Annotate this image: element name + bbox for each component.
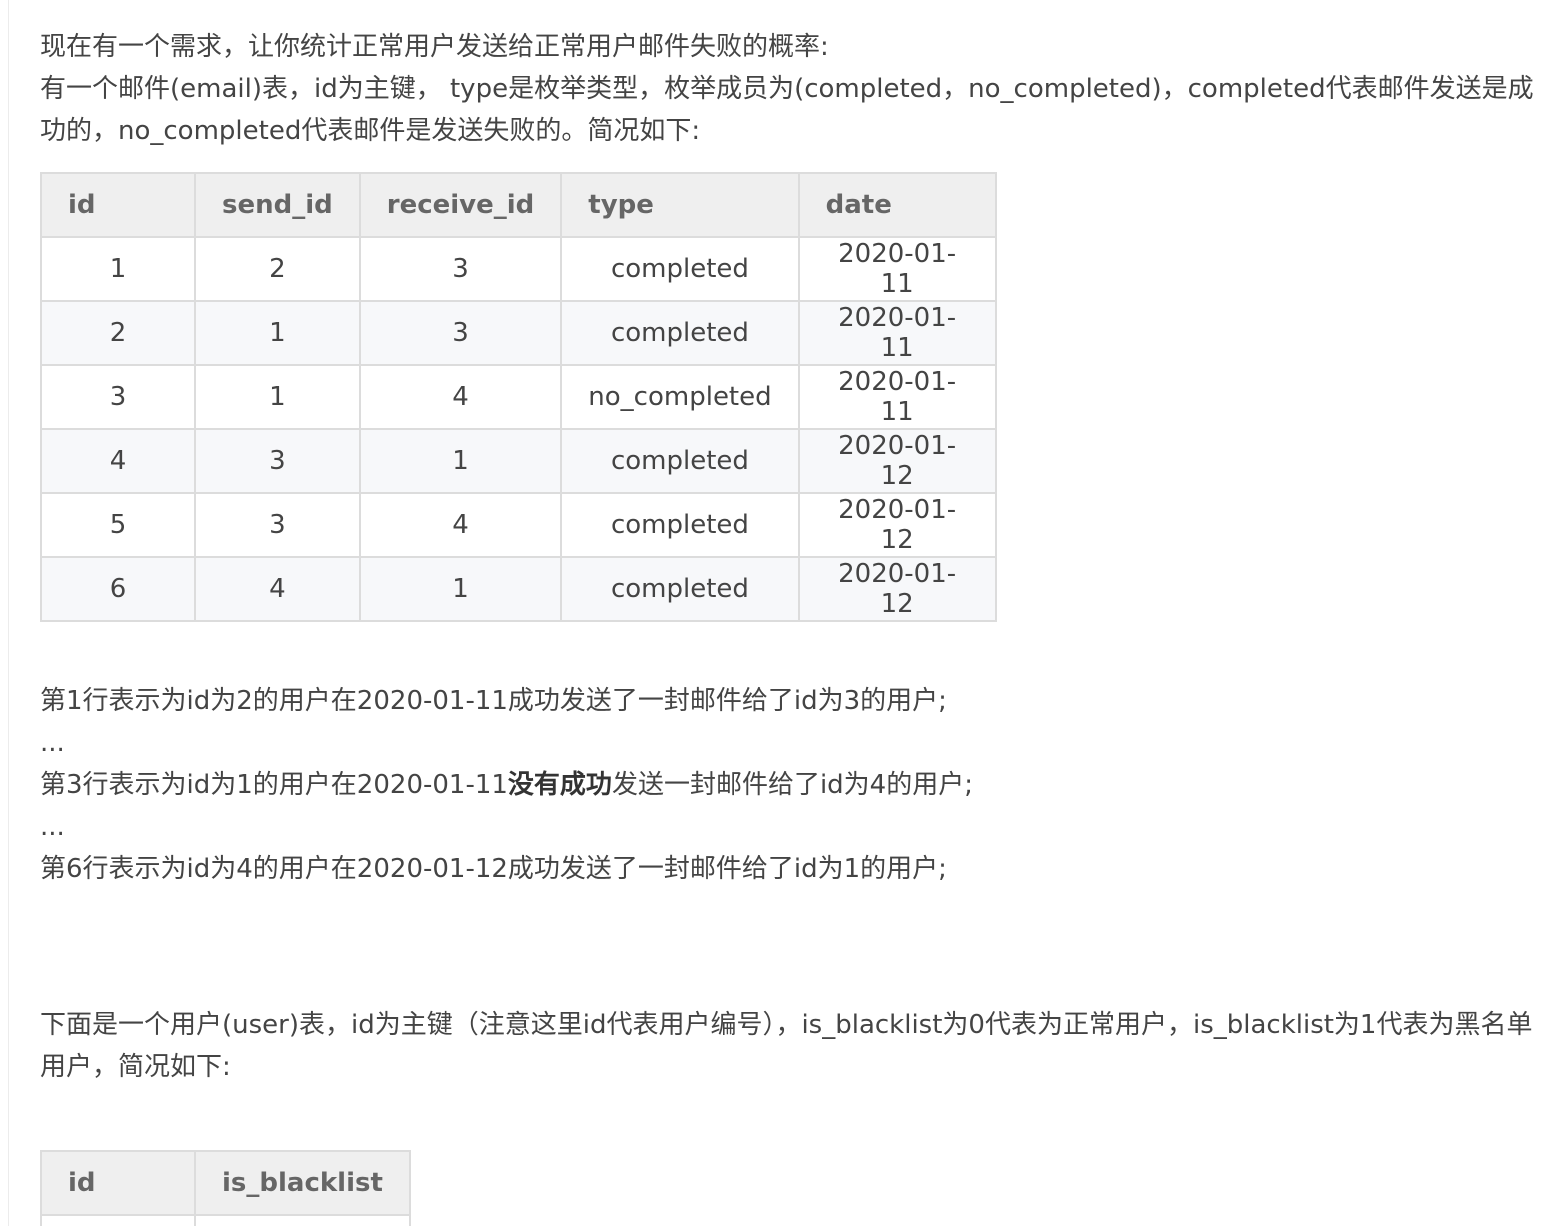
cell-receive-id: 3: [358, 300, 563, 366]
cell-is-blacklist: [194, 1214, 411, 1226]
cell-receive-id: 4: [358, 492, 563, 558]
cell-date: 2020-01-11: [797, 300, 997, 366]
cell-date: 2020-01-11: [797, 236, 997, 302]
ellipsis: ...: [40, 812, 65, 842]
cell-id: 2: [40, 300, 196, 366]
cell-send-id: 4: [194, 556, 361, 622]
note-row-3: 第3行表示为id为1的用户在2020-01-11没有成功发送一封邮件给了id为4…: [40, 764, 1540, 806]
user-table-header-row: id is_blacklist: [40, 1150, 411, 1216]
email-header-send-id: send_id: [194, 172, 361, 238]
cell-receive-id: 1: [358, 428, 563, 494]
table-row: 4 3 1 completed 2020-01-12: [40, 428, 997, 494]
cell-id: 3: [40, 364, 196, 430]
user-intro-text: 下面是一个用户(user)表，id为主键（注意这里id代表用户编号），is_bl…: [40, 1010, 1533, 1082]
user-table: id is_blacklist: [40, 1150, 411, 1226]
cell-send-id: 3: [194, 428, 361, 494]
email-header-receive-id: receive_id: [358, 172, 563, 238]
note-row-1: 第1行表示为id为2的用户在2020-01-11成功发送了一封邮件给了id为3的…: [40, 686, 947, 716]
cell-receive-id: 1: [358, 556, 563, 622]
cell-receive-id: 3: [358, 236, 563, 302]
cell-type: completed: [560, 236, 800, 302]
cell-id: [40, 1214, 196, 1226]
user-header-is-blacklist: is_blacklist: [194, 1150, 411, 1216]
note-row-6: 第6行表示为id为4的用户在2020-01-12成功发送了一封邮件给了id为1的…: [40, 854, 947, 884]
note-row-3-suffix: 发送一封邮件给了id为4的用户;: [611, 770, 973, 800]
cell-date: 2020-01-12: [797, 492, 997, 558]
email-header-type: type: [560, 172, 800, 238]
left-border-line: [8, 0, 9, 1226]
note-row-3-prefix: 第3行表示为id为1的用户在2020-01-11: [40, 770, 508, 800]
cell-date: 2020-01-12: [797, 556, 997, 622]
cell-type: completed: [560, 556, 800, 622]
table-row: 5 3 4 completed 2020-01-12: [40, 492, 997, 558]
cell-type: completed: [560, 428, 800, 494]
cell-id: 5: [40, 492, 196, 558]
cell-send-id: 2: [194, 236, 361, 302]
table-row: 6 4 1 completed 2020-01-12: [40, 556, 997, 622]
table-row: 1 2 3 completed 2020-01-11: [40, 236, 997, 302]
email-table: id send_id receive_id type date 1 2 3 co…: [40, 172, 997, 622]
cell-send-id: 1: [194, 300, 361, 366]
intro-line-1: 现在有一个需求，让你统计正常用户发送给正常用户邮件失败的概率:: [40, 32, 829, 62]
intro-line-2: 有一个邮件(email)表，id为主键， type是枚举类型，枚举成员为(com…: [40, 74, 1534, 146]
cell-date: 2020-01-11: [797, 364, 997, 430]
cell-id: 1: [40, 236, 196, 302]
user-table-intro: 下面是一个用户(user)表，id为主键（注意这里id代表用户编号），is_bl…: [40, 1004, 1540, 1088]
table-row: [40, 1214, 411, 1226]
cell-receive-id: 4: [358, 364, 563, 430]
email-header-id: id: [40, 172, 196, 238]
cell-type: completed: [560, 300, 800, 366]
cell-date: 2020-01-12: [797, 428, 997, 494]
email-table-header-row: id send_id receive_id type date: [40, 172, 997, 238]
table-row: 3 1 4 no_completed 2020-01-11: [40, 364, 997, 430]
email-header-date: date: [797, 172, 997, 238]
row-explanations: 第1行表示为id为2的用户在2020-01-11成功发送了一封邮件给了id为3的…: [40, 680, 1540, 890]
cell-id: 4: [40, 428, 196, 494]
note-row-3-emphasis: 没有成功: [507, 770, 612, 800]
cell-id: 6: [40, 556, 196, 622]
cell-send-id: 1: [194, 364, 361, 430]
cell-type: no_completed: [560, 364, 800, 430]
problem-description: 现在有一个需求，让你统计正常用户发送给正常用户邮件失败的概率: 有一个邮件(em…: [40, 26, 1540, 1226]
table-row: 2 1 3 completed 2020-01-11: [40, 300, 997, 366]
cell-type: completed: [560, 492, 800, 558]
user-header-id: id: [40, 1150, 196, 1216]
cell-send-id: 3: [194, 492, 361, 558]
ellipsis: ...: [40, 728, 65, 758]
